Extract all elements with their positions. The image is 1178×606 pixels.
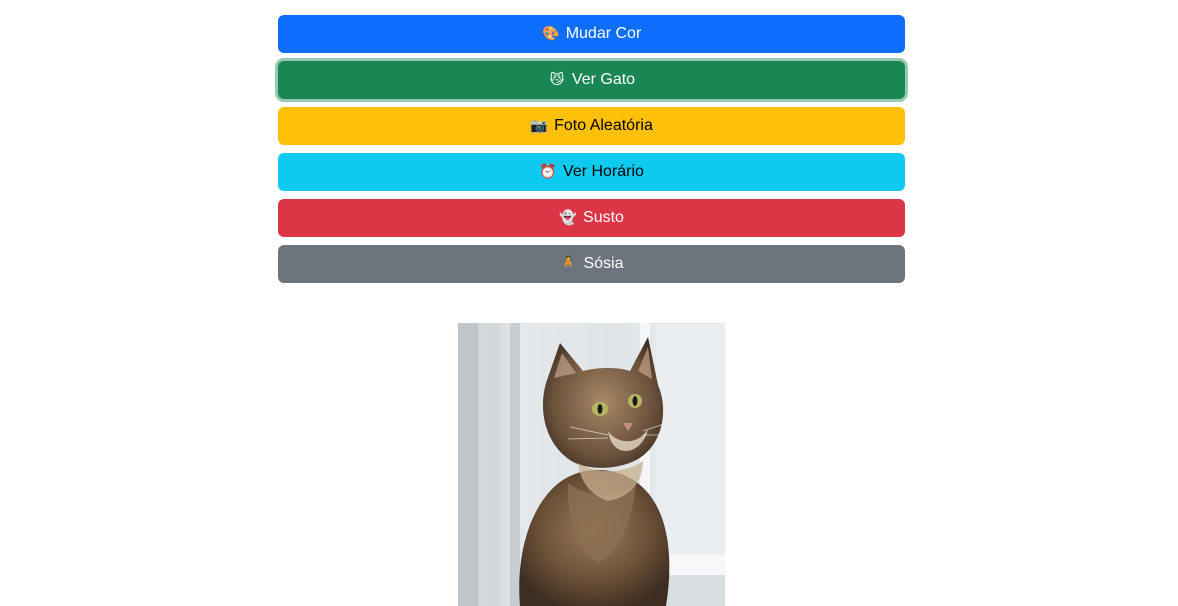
ghost-icon: 👻 — [559, 210, 577, 226]
show-time-button[interactable]: ⏰ Ver Horário — [278, 153, 905, 191]
scare-label: Susto — [583, 209, 624, 226]
lookalike-button[interactable]: 🧍 Sósia — [278, 245, 905, 283]
show-time-label: Ver Horário — [563, 163, 644, 180]
show-cat-button[interactable]: 😼 Ver Gato — [278, 61, 905, 99]
change-color-button[interactable]: 🎨 Mudar Cor — [278, 15, 905, 53]
cat-photo — [458, 323, 725, 606]
change-color-label: Mudar Cor — [565, 25, 642, 42]
random-photo-button[interactable]: 📷 Foto Aleatória — [278, 107, 905, 145]
cat-face-icon: 😼 — [549, 72, 565, 88]
alarm-clock-icon: ⏰ — [539, 164, 557, 180]
person-standing-icon: 🧍 — [559, 256, 578, 272]
random-photo-label: Foto Aleatória — [554, 117, 653, 134]
show-cat-label: Ver Gato — [571, 71, 636, 88]
button-stack: 🎨 Mudar Cor 😼 Ver Gato 📷 Foto Aleatória … — [278, 15, 905, 291]
scare-button[interactable]: 👻 Susto — [278, 199, 905, 237]
camera-icon: 📷 — [530, 118, 548, 134]
lookalike-label: Sósia — [583, 255, 624, 272]
palette-icon: 🎨 — [541, 26, 560, 42]
